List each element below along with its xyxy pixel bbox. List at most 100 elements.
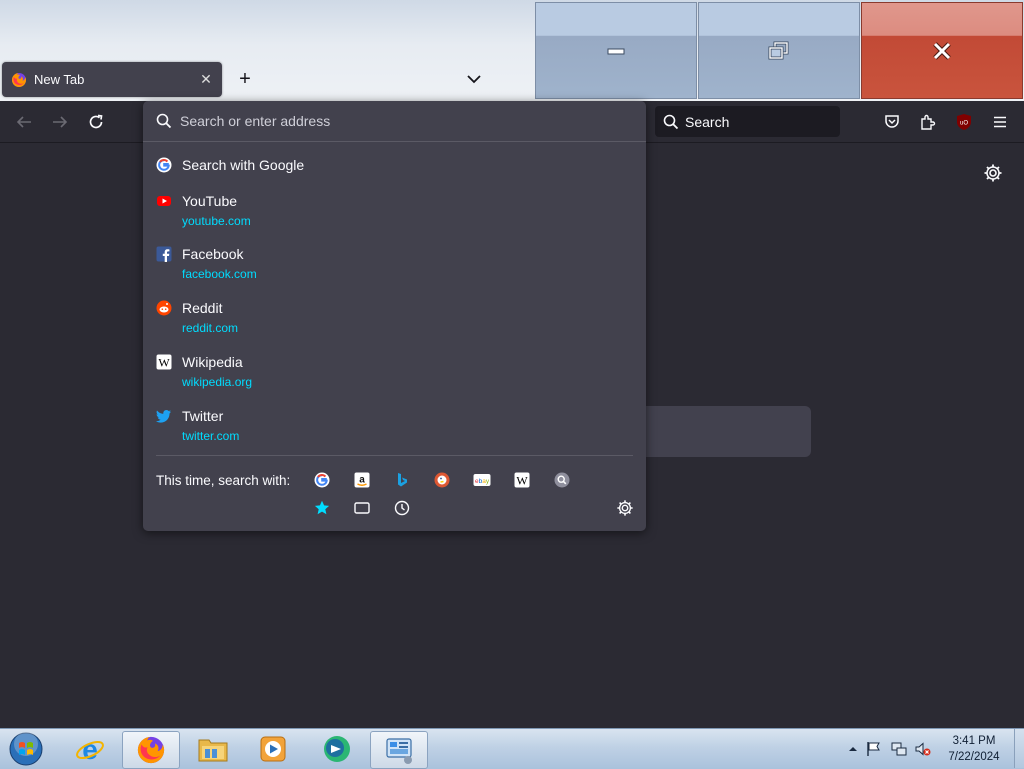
speaker-muted-icon bbox=[915, 742, 931, 756]
start-button[interactable] bbox=[0, 731, 52, 767]
network-icon bbox=[891, 742, 907, 756]
windows-live-icon bbox=[324, 736, 350, 762]
page-settings-gear-icon[interactable] bbox=[983, 163, 1003, 183]
result-title: Wikipedia bbox=[182, 354, 243, 370]
chevron-up-icon bbox=[849, 747, 857, 751]
title-bar: New Tab ✕ + bbox=[0, 0, 1024, 101]
search-settings-gear-icon[interactable] bbox=[616, 499, 634, 517]
engine-amazon-button[interactable]: a bbox=[353, 471, 371, 489]
restore-button[interactable] bbox=[698, 2, 860, 99]
clock-icon bbox=[394, 500, 410, 516]
taskbar-windows-explorer[interactable] bbox=[185, 731, 241, 767]
bing-icon bbox=[398, 473, 407, 487]
result-youtube[interactable]: YouTube youtube.com bbox=[143, 189, 646, 233]
toolbar-search-box[interactable]: Search bbox=[655, 106, 840, 137]
pocket-button[interactable] bbox=[882, 112, 902, 132]
result-wikipedia[interactable]: W Wikipedia wikipedia.org bbox=[143, 350, 646, 394]
media-player-icon bbox=[260, 736, 286, 762]
tabs-mode-button[interactable] bbox=[353, 499, 371, 517]
list-all-tabs-button[interactable] bbox=[463, 68, 485, 90]
taskbar-control-panel[interactable] bbox=[370, 731, 428, 769]
result-url: twitter.com bbox=[182, 429, 240, 443]
pocket-icon bbox=[885, 115, 899, 128]
clock-time: 3:41 PM bbox=[952, 735, 996, 747]
result-twitter[interactable]: Twitter twitter.com bbox=[143, 404, 646, 448]
search-icon bbox=[156, 113, 172, 129]
restore-icon bbox=[768, 41, 789, 59]
wikipedia-icon: W bbox=[514, 472, 530, 488]
reload-button[interactable] bbox=[86, 112, 106, 132]
bookmarks-mode-button[interactable] bbox=[313, 499, 331, 517]
oneoff-search-label: This time, search with: bbox=[156, 473, 291, 488]
svg-text:ebay: ebay bbox=[475, 478, 490, 485]
minimize-icon bbox=[607, 48, 625, 54]
amazon-icon: a bbox=[354, 472, 370, 488]
result-url: wikipedia.org bbox=[182, 375, 253, 389]
reddit-icon bbox=[156, 300, 172, 316]
ebay-icon: ebay bbox=[473, 474, 491, 486]
google-icon bbox=[156, 157, 172, 173]
ublock-origin-button[interactable]: uO bbox=[954, 112, 974, 132]
extensions-button[interactable] bbox=[918, 112, 938, 132]
minimize-button[interactable] bbox=[535, 2, 697, 99]
firefox-icon bbox=[137, 736, 165, 764]
result-url: facebook.com bbox=[182, 267, 257, 281]
network-icon[interactable] bbox=[891, 741, 907, 757]
google-icon bbox=[314, 472, 330, 488]
back-button[interactable] bbox=[14, 112, 34, 132]
taskbar: e bbox=[0, 728, 1024, 769]
tab-title: New Tab bbox=[34, 72, 85, 87]
engine-google-button[interactable] bbox=[313, 471, 331, 489]
engine-duckduckgo-button[interactable] bbox=[433, 471, 451, 489]
hamburger-menu-icon bbox=[994, 116, 1006, 128]
oneoff-divider bbox=[156, 455, 633, 456]
back-arrow-icon bbox=[16, 116, 31, 128]
app-menu-button[interactable] bbox=[990, 112, 1010, 132]
result-title: Twitter bbox=[182, 408, 224, 424]
taskbar-windows-live[interactable] bbox=[309, 731, 365, 767]
star-icon bbox=[314, 500, 330, 515]
result-title: Reddit bbox=[182, 300, 223, 316]
action-center-icon[interactable] bbox=[866, 741, 882, 757]
taskbar-internet-explorer[interactable]: e bbox=[62, 731, 118, 767]
show-hidden-icons-button[interactable] bbox=[845, 741, 861, 757]
twitter-icon bbox=[156, 410, 171, 423]
system-clock[interactable]: 3:41 PM 7/22/2024 bbox=[938, 733, 1010, 765]
search-icon bbox=[663, 114, 679, 129]
control-panel-icon bbox=[386, 738, 412, 764]
engine-search-button[interactable] bbox=[553, 471, 571, 489]
svg-text:W: W bbox=[516, 474, 528, 488]
ublock-origin-icon: uO bbox=[957, 114, 971, 130]
tab-new-tab[interactable]: New Tab ✕ bbox=[2, 62, 222, 97]
result-facebook[interactable]: Facebook facebook.com bbox=[143, 242, 646, 286]
puzzle-icon bbox=[921, 114, 936, 130]
tab-close-icon[interactable]: ✕ bbox=[196, 71, 216, 88]
svg-text:a: a bbox=[359, 475, 365, 486]
engine-bing-button[interactable] bbox=[393, 471, 411, 489]
urlbar-dropdown: Search with Google YouTube youtube.com F… bbox=[143, 101, 646, 531]
urlbar[interactable] bbox=[143, 101, 646, 142]
result-title: YouTube bbox=[182, 193, 238, 209]
show-desktop-button[interactable] bbox=[1014, 729, 1024, 768]
close-button[interactable] bbox=[861, 2, 1023, 99]
volume-muted-icon[interactable] bbox=[915, 741, 931, 757]
address-input[interactable] bbox=[180, 113, 600, 129]
result-url: reddit.com bbox=[182, 321, 239, 335]
taskbar-firefox[interactable] bbox=[122, 731, 180, 769]
close-icon bbox=[933, 41, 951, 60]
result-url: youtube.com bbox=[182, 214, 251, 228]
history-mode-button[interactable] bbox=[393, 499, 411, 517]
svg-text:e: e bbox=[82, 734, 98, 764]
engine-wikipedia-button[interactable]: W bbox=[513, 471, 531, 489]
forward-button[interactable] bbox=[50, 112, 70, 132]
result-search-with-google[interactable]: Search with Google bbox=[143, 151, 646, 179]
facebook-icon bbox=[156, 246, 172, 262]
taskbar-windows-media-player[interactable] bbox=[245, 731, 301, 767]
ublock-badge-text: uO bbox=[960, 121, 968, 127]
engine-ebay-button[interactable]: ebay bbox=[473, 471, 491, 489]
result-reddit[interactable]: Reddit reddit.com bbox=[143, 296, 646, 340]
forward-arrow-icon bbox=[53, 116, 68, 128]
toolbar-search-placeholder: Search bbox=[685, 113, 730, 130]
internet-explorer-icon: e bbox=[76, 734, 104, 764]
new-tab-button[interactable]: + bbox=[234, 67, 256, 91]
